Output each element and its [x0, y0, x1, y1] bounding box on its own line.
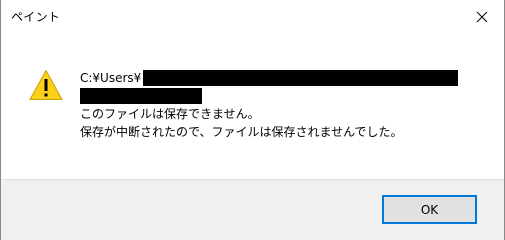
window-title: ペイント: [11, 10, 61, 24]
close-button[interactable]: [459, 0, 504, 33]
message-line-2: 保存が中断されたので、ファイルは保存されませんでした。: [80, 125, 403, 139]
message-dialog: ペイント C:¥Users¥ このファイルは保存できません。 保存が中断されたの…: [0, 0, 505, 240]
ok-button[interactable]: OK: [382, 195, 477, 224]
dialog-content: C:¥Users¥ このファイルは保存できません。 保存が中断されたので、ファイ…: [1, 33, 504, 179]
close-icon: [476, 11, 487, 22]
warning-icon: [29, 70, 63, 100]
file-path-prefix: C:¥Users¥: [80, 71, 142, 85]
message-line-1: このファイルは保存できません。: [80, 107, 260, 121]
file-path-line: C:¥Users¥: [80, 69, 459, 87]
message-text: C:¥Users¥ このファイルは保存できません。 保存が中断されたので、ファイ…: [80, 69, 459, 141]
redacted-block: [80, 88, 202, 104]
title-bar[interactable]: ペイント: [1, 0, 504, 33]
dialog-footer: OK: [1, 179, 504, 240]
ok-button-label: OK: [420, 202, 439, 217]
redacted-block: [143, 70, 459, 86]
